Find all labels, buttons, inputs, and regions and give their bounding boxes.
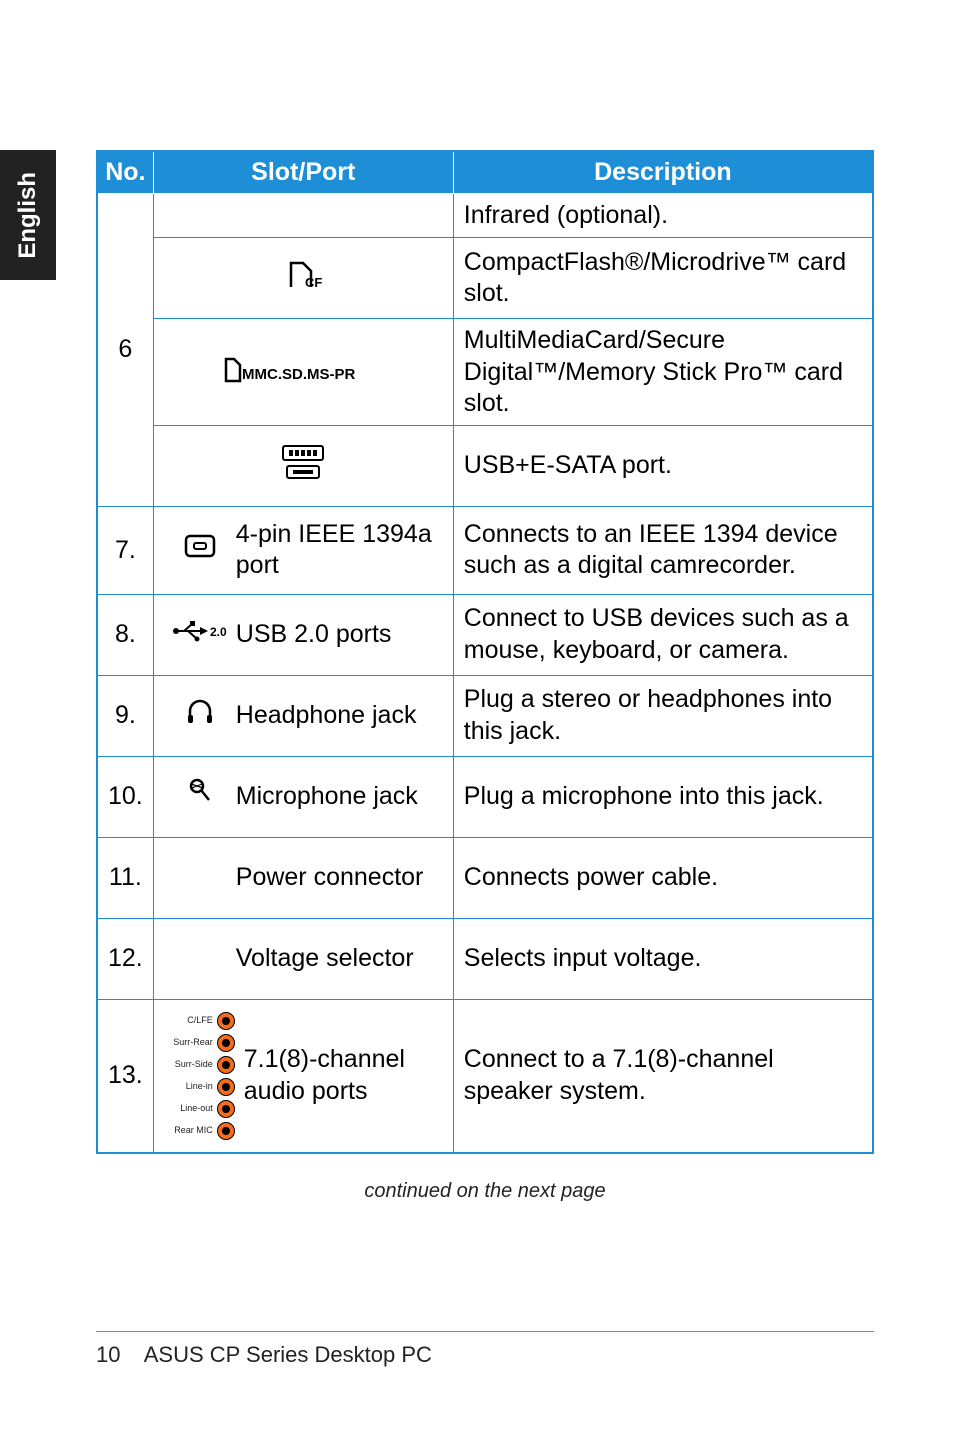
table-row: USB+E-SATA port. <box>97 426 873 507</box>
description-cell: Connects power cable. <box>453 837 873 918</box>
table-row: 9. Headphone jack <box>97 675 873 756</box>
slot-label: Microphone jack <box>236 775 443 818</box>
headphone-icon <box>185 697 215 733</box>
audio-jack-icon <box>217 1122 235 1140</box>
col-header-slotport: Slot/Port <box>153 151 453 194</box>
svg-text:2.0: 2.0 <box>210 625 227 639</box>
table-row: 12. Voltage selector Selects input volta… <box>97 918 873 999</box>
cf-card-icon: CF <box>283 259 323 297</box>
table-row: 6 Infrared (optional). <box>97 194 873 238</box>
table-row: 8. <box>97 594 873 675</box>
slotport-cell: MMC.SD.MS-PR <box>153 319 453 426</box>
svg-text:MMC.SD.MS-PR: MMC.SD.MS-PR <box>242 366 355 383</box>
description-cell: MultiMediaCard/Secure Digital™/Memory St… <box>453 319 873 426</box>
audio-port-label: Rear MIC <box>173 1125 213 1136</box>
audio-port-label: Surr-Side <box>173 1059 213 1070</box>
description-cell: Plug a stereo or headphones into this ja… <box>453 675 873 756</box>
slotport-cell: Microphone jack <box>153 756 453 837</box>
language-tab-label: English <box>14 172 42 259</box>
description-cell: Connects to an IEEE 1394 device such as … <box>453 507 873 595</box>
usb-esata-icon <box>273 442 333 490</box>
slotport-cell: Headphone jack <box>153 675 453 756</box>
mmc-card-icon: MMC.SD.MS-PR <box>218 353 388 391</box>
language-tab: English <box>0 150 56 280</box>
slotport-cell: 2.0 USB 2.0 ports <box>153 594 453 675</box>
audio-jack-icon <box>217 1012 235 1030</box>
row-num: 9. <box>97 675 153 756</box>
audio-jack-icon <box>217 1078 235 1096</box>
row-num: 8. <box>97 594 153 675</box>
slotport-cell <box>153 194 453 238</box>
row-num: 6 <box>97 194 153 507</box>
audio-jack-icon <box>217 1100 235 1118</box>
audio-port-label: Surr-Rear <box>173 1037 213 1048</box>
table-row: 13. C/LFE Surr-Rear Surr-Side Line-in Li… <box>97 999 873 1153</box>
description-cell: USB+E-SATA port. <box>453 426 873 507</box>
continued-caption: continued on the next page <box>96 1180 874 1203</box>
svg-text:CF: CF <box>305 275 322 290</box>
col-header-no: No. <box>97 151 153 194</box>
table-row: CF CompactFlash®/Microdrive™ card slot. <box>97 238 873 319</box>
table-row: 7. 4-pin IEEE 1394a port <box>97 507 873 595</box>
description-cell: Selects input voltage. <box>453 918 873 999</box>
slotport-cell: 4-pin IEEE 1394a port <box>153 507 453 595</box>
description-cell: Connect to a 7.1(8)-channel speaker syst… <box>453 999 873 1153</box>
row-num: 7. <box>97 507 153 595</box>
page-number: 10 <box>96 1342 120 1367</box>
table-row: 11. Power connector Connects power cable… <box>97 837 873 918</box>
description-cell: CompactFlash®/Microdrive™ card slot. <box>453 238 873 319</box>
audio-port-label: Line-out <box>173 1103 213 1114</box>
row-num: 13. <box>97 999 153 1153</box>
table-row: MMC.SD.MS-PR MultiMediaCard/Secure Digit… <box>97 319 873 426</box>
slot-label: 4-pin IEEE 1394a port <box>236 513 443 588</box>
slot-label: USB 2.0 ports <box>236 613 443 656</box>
usb-icon: 2.0 <box>170 619 230 650</box>
description-cell: Plug a microphone into this jack. <box>453 756 873 837</box>
audio-port-label: Line-in <box>173 1081 213 1092</box>
footer-title: ASUS CP Series Desktop PC <box>144 1342 432 1367</box>
firewire-icon <box>184 534 216 566</box>
description-cell: Infrared (optional). <box>453 194 873 238</box>
col-header-description: Description <box>453 151 873 194</box>
description-cell: Connect to USB devices such as a mouse, … <box>453 594 873 675</box>
slot-label: Voltage selector <box>236 937 443 980</box>
row-num: 10. <box>97 756 153 837</box>
slot-label: Headphone jack <box>236 694 443 737</box>
slotport-cell: Voltage selector <box>153 918 453 999</box>
table-row: 10. <box>97 756 873 837</box>
slotport-cell: Power connector <box>153 837 453 918</box>
row-num: 12. <box>97 918 153 999</box>
page-footer: 10 ASUS CP Series Desktop PC <box>96 1331 874 1368</box>
ports-table: No. Slot/Port Description 6 Infrared (op… <box>96 150 874 1154</box>
main-content: No. Slot/Port Description 6 Infrared (op… <box>96 150 874 1203</box>
slot-label: Power connector <box>236 856 443 899</box>
slotport-cell: C/LFE Surr-Rear Surr-Side Line-in Line-o… <box>153 999 453 1153</box>
slotport-cell <box>153 426 453 507</box>
audio-port-label: C/LFE <box>173 1015 213 1026</box>
slotport-cell: CF <box>153 238 453 319</box>
audio-jack-icon <box>217 1056 235 1074</box>
audio-ports-icon: C/LFE Surr-Rear Surr-Side Line-in Line-o… <box>169 1006 239 1146</box>
microphone-icon <box>187 778 213 814</box>
row-num: 11. <box>97 837 153 918</box>
slot-label: 7.1(8)-channel audio ports <box>244 1038 443 1113</box>
audio-jack-icon <box>217 1034 235 1052</box>
